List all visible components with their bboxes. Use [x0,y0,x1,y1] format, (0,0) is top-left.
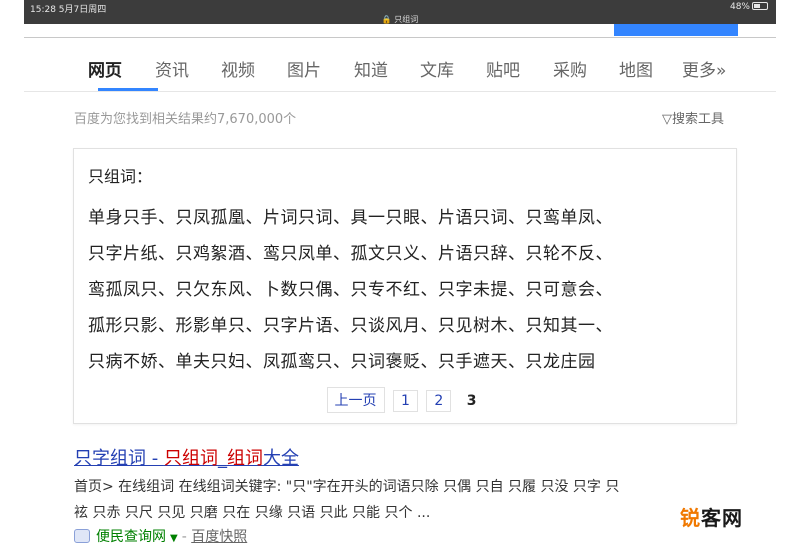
word-line: 鸾孤凤只、只欠东风、卜数只偶、只专不红、只字未提、只可意会、 [88,280,613,300]
result-snippet-line-2: 袨 只赤 只尺 只见 只磨 只在 只缘 只语 只此 只能 只个 ... [74,505,431,521]
page-1-link[interactable]: 1 [392,390,418,412]
result-count: 百度为您找到相关结果约7,670,000个 [74,112,297,127]
result-source: 便民查询网 ▼ - 百度快照 [74,526,247,546]
filter-icon: ▽ [662,112,672,127]
tab-more[interactable]: 更多» [682,56,726,81]
title-highlight: 组词 [226,448,263,469]
source-site-name[interactable]: 便民查询网 [96,529,166,545]
search-tools[interactable]: ▽搜索工具 [662,108,724,127]
battery-percent: 48% [729,2,750,12]
site-favicon-icon [74,529,90,543]
tab-tieba[interactable]: 贴吧 [486,56,520,81]
word-list-card: 只组词： 单身只手、只凤孤凰、片词只词、具一只眼、片语只词、只鸾单凤、 只字片纸… [73,148,737,424]
battery-icon [752,2,768,10]
watermark-accent: 锐 [680,506,701,530]
pagination: 上一页 1 2 3 [74,387,736,413]
word-line: 只病不娇、单夫只妇、凤孤鸾只、只词褒贬、只手遮天、只龙庄园 [88,352,596,372]
card-title: 只组词： [88,167,153,186]
title-text: 大全 [262,448,299,469]
page-2-link[interactable]: 2 [426,390,452,412]
source-separator: - [181,529,187,545]
word-line: 孤形只影、形影单只、只字片语、只谈风月、只见树木、只知其一、 [88,316,613,336]
cache-link[interactable]: 百度快照 [191,529,247,545]
tab-news[interactable]: 资讯 [155,56,189,81]
status-indicators: 48% [730,2,768,12]
tab-zhidao[interactable]: 知道 [354,56,388,81]
tab-procurement[interactable]: 采购 [553,56,587,81]
tab-map[interactable]: 地图 [619,56,653,81]
search-button[interactable] [614,24,738,36]
title-highlight: 只组词 [163,448,218,469]
tab-web[interactable]: 网页 [88,56,122,81]
word-line: 单身只手、只凤孤凰、片词只词、具一只眼、片语只词、只鸾单凤、 [88,208,613,228]
title-text: _ [217,448,227,469]
title-text: 只字组词 - [74,448,164,469]
result-title-link[interactable]: 只字组词 - 只组词_组词大全 [74,444,299,470]
prev-page-button[interactable]: 上一页 [326,387,385,413]
site-watermark-logo: 锐客网 [680,502,743,531]
tab-wenku[interactable]: 文库 [420,56,454,81]
result-snippet-line-1: 首页> 在线组词 在线组词关键字: "只"字在开头的词语只除 只偶 只自 只履 … [74,479,620,495]
search-tabs: 网页 资讯 视频 图片 知道 文库 贴吧 采购 地图 更多» [24,48,776,92]
watermark-text: 客网 [701,506,743,530]
word-line: 只字片纸、只鸡絮酒、鸾只凤单、孤文只义、片语只辞、只轮不反、 [88,244,613,264]
tab-video[interactable]: 视频 [221,56,255,81]
search-tools-label: 搜索工具 [672,112,725,127]
chevron-down-icon[interactable]: ▼ [170,533,178,544]
active-tab-indicator [98,88,158,91]
current-page: 3 [466,393,477,409]
tab-images[interactable]: 图片 [287,56,321,81]
